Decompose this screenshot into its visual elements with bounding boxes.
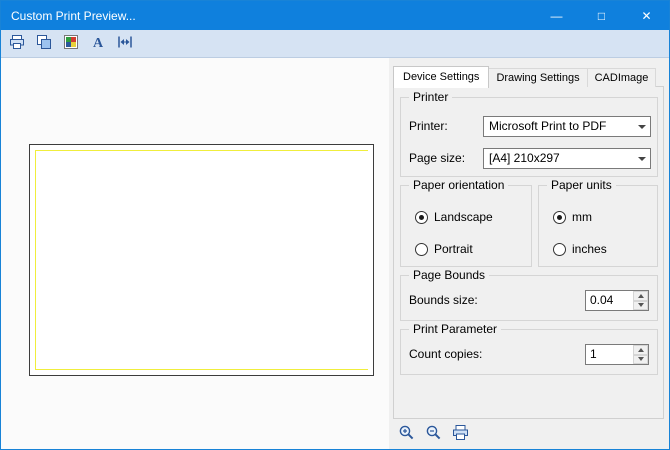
fit-width-toolbar-button[interactable] <box>113 32 137 55</box>
spin-down-icon[interactable] <box>633 301 648 311</box>
images-icon <box>36 34 52 53</box>
radio-button-icon <box>415 243 428 256</box>
bounds-size-value: 0.04 <box>590 291 613 310</box>
radio-mm[interactable]: mm <box>553 210 592 224</box>
tab-cadimage[interactable]: CADImage <box>587 68 657 87</box>
radio-button-icon <box>553 211 566 224</box>
zoom-out-icon <box>425 424 442 444</box>
zoom-out-button[interactable] <box>422 423 444 445</box>
spin-down-icon[interactable] <box>633 355 648 365</box>
device-settings-tab-page: Printer Printer: Microsoft Print to PDF … <box>393 86 664 419</box>
images-toolbar-button[interactable] <box>32 32 56 55</box>
print-parameter-group-title: Print Parameter <box>409 322 501 336</box>
preview-zoom-toolbar <box>393 421 665 447</box>
radio-landscape-label: Landscape <box>434 210 493 224</box>
radio-inches[interactable]: inches <box>553 242 607 256</box>
bounds-size-spinner <box>633 291 648 310</box>
print-icon <box>452 424 469 444</box>
color-image-toolbar-button[interactable] <box>59 32 83 55</box>
fit-width-icon <box>117 34 133 53</box>
page-bounds-group-title: Page Bounds <box>409 268 489 282</box>
tab-device-settings[interactable]: Device Settings <box>393 66 489 88</box>
printer-group-title: Printer <box>409 90 452 104</box>
radio-landscape[interactable]: Landscape <box>415 210 493 224</box>
main-area: Device Settings Drawing Settings CADImag… <box>1 58 669 449</box>
printer-toolbar-button[interactable] <box>5 32 29 55</box>
count-copies-spinner <box>633 345 648 364</box>
zoom-in-icon <box>398 424 415 444</box>
page-bounds-outline <box>35 150 368 370</box>
print-parameter-group: Print Parameter Count copies: 1 <box>400 329 658 375</box>
bounds-size-stepper[interactable]: 0.04 <box>585 290 649 311</box>
printer-select-value: Microsoft Print to PDF <box>489 119 606 133</box>
preview-page <box>29 144 374 376</box>
count-copies-label: Count copies: <box>409 347 482 361</box>
title-bar: Custom Print Preview... — □ ✕ <box>1 1 669 30</box>
printer-select[interactable]: Microsoft Print to PDF <box>483 116 651 137</box>
color-image-icon <box>63 34 79 53</box>
page-size-select[interactable]: [A4] 210x297 <box>483 148 651 169</box>
radio-button-icon <box>415 211 428 224</box>
paper-units-group: Paper units mm inches <box>538 185 658 267</box>
paper-orientation-group: Paper orientation Landscape Portrait <box>400 185 532 267</box>
radio-portrait[interactable]: Portrait <box>415 242 473 256</box>
printer-group: Printer Printer: Microsoft Print to PDF … <box>400 97 658 177</box>
page-size-label: Page size: <box>409 151 465 165</box>
count-copies-stepper[interactable]: 1 <box>585 344 649 365</box>
zoom-in-button[interactable] <box>395 423 417 445</box>
spin-up-icon[interactable] <box>633 345 648 355</box>
settings-tabs: Device Settings Drawing Settings CADImag… <box>393 66 656 87</box>
close-button[interactable]: ✕ <box>624 1 669 30</box>
chevron-down-icon <box>633 149 650 168</box>
settings-panel: Device Settings Drawing Settings CADImag… <box>389 58 669 449</box>
radio-mm-label: mm <box>572 210 592 224</box>
page-bounds-group: Page Bounds Bounds size: 0.04 <box>400 275 658 321</box>
radio-inches-label: inches <box>572 242 607 256</box>
font-toolbar-button[interactable]: A <box>86 32 110 55</box>
minimize-button[interactable]: — <box>534 1 579 30</box>
radio-portrait-label: Portrait <box>434 242 473 256</box>
count-copies-value: 1 <box>590 345 597 364</box>
printer-icon <box>9 34 25 53</box>
radio-button-icon <box>553 243 566 256</box>
window-title: Custom Print Preview... <box>1 9 534 23</box>
paper-units-group-title: Paper units <box>547 178 616 192</box>
svg-text:A: A <box>93 36 104 50</box>
bounds-size-label: Bounds size: <box>409 293 478 307</box>
printer-label: Printer: <box>409 119 448 133</box>
maximize-button[interactable]: □ <box>579 1 624 30</box>
custom-print-preview-window: Custom Print Preview... — □ ✕ <box>0 0 670 450</box>
page-size-select-value: [A4] 210x297 <box>489 151 560 165</box>
chevron-down-icon <box>633 117 650 136</box>
spin-up-icon[interactable] <box>633 291 648 301</box>
font-icon: A <box>90 34 106 53</box>
tab-drawing-settings[interactable]: Drawing Settings <box>488 68 587 87</box>
top-toolbar: A <box>1 30 669 58</box>
print-button[interactable] <box>449 423 471 445</box>
print-preview-area <box>1 58 389 449</box>
paper-orientation-group-title: Paper orientation <box>409 178 508 192</box>
